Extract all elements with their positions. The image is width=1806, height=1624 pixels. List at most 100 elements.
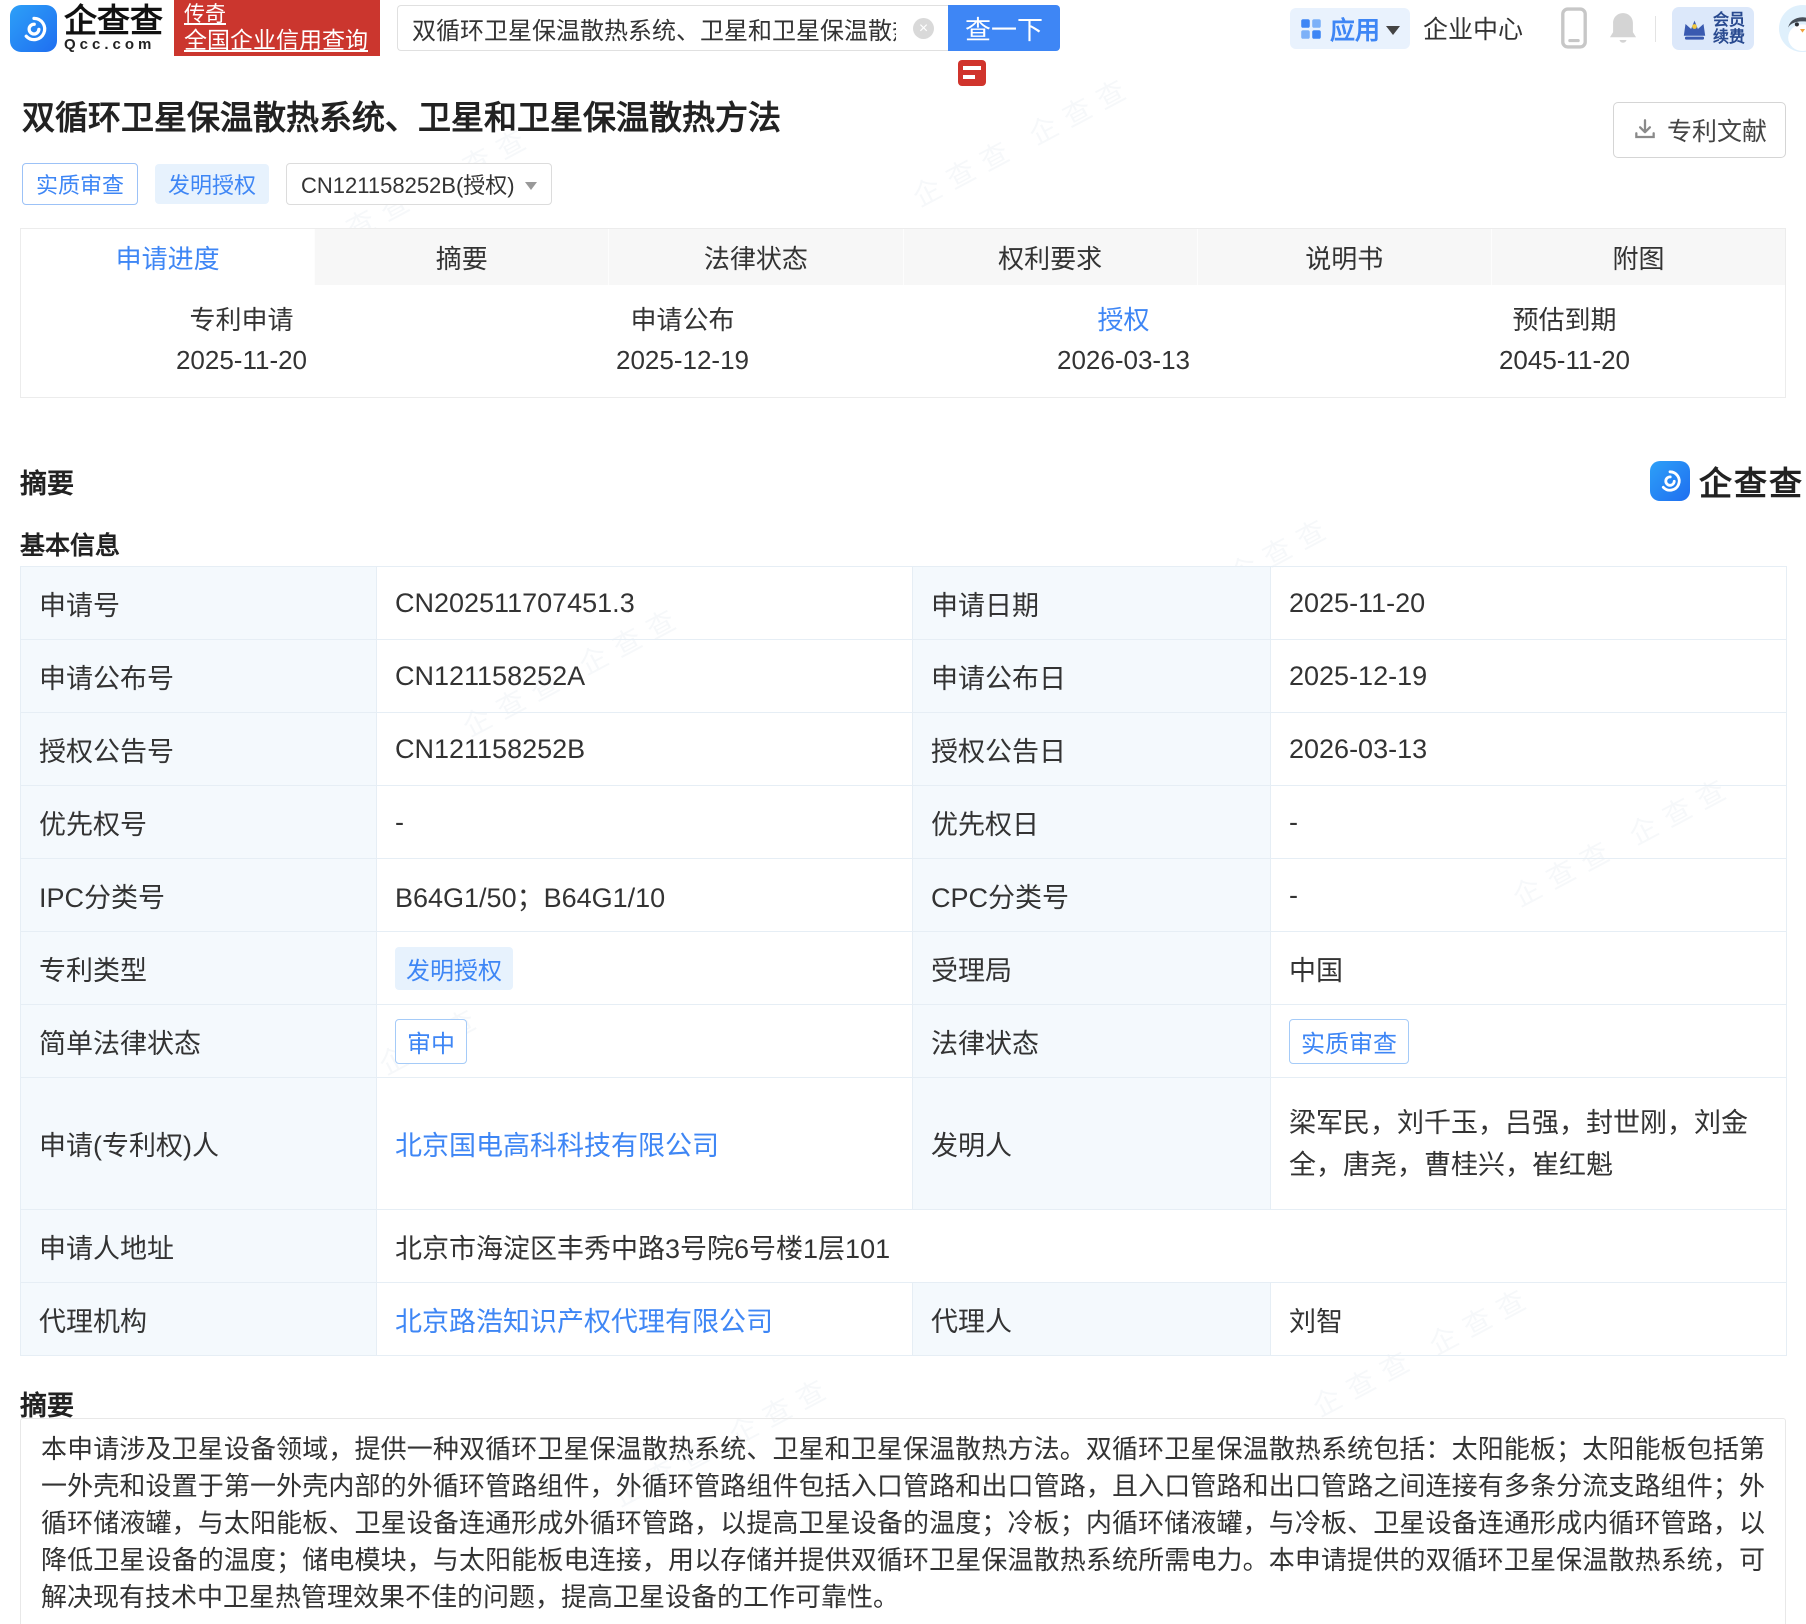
qcc-brandmark-icon (1650, 461, 1690, 501)
table-row: 代理机构 北京路浩知识产权代理有限公司 代理人 刘智 (21, 1283, 1787, 1356)
legal-status-badge: 实质审查 (1289, 1019, 1409, 1064)
field-label: 申请人地址 (21, 1210, 377, 1283)
field-value: 中国 (1271, 932, 1787, 1005)
apps-grid-icon (1300, 18, 1322, 40)
page-title: 双循环卫星保温散热系统、卫星和卫星保温散热方法 (22, 96, 781, 140)
field-value: - (1271, 786, 1787, 859)
main-content: 双循环卫星保温散热系统、卫星和卫星保温散热方法 专利文献 实质审查 发明授权 C… (0, 0, 1806, 1624)
field-value: 2025-11-20 (1271, 567, 1787, 640)
field-label: 申请公布号 (21, 640, 377, 713)
field-label: 申请(专利权)人 (21, 1078, 377, 1210)
field-label: 申请公布日 (913, 640, 1271, 713)
abstract-section-heading: 摘要 (20, 462, 74, 501)
field-value: - (1271, 859, 1787, 932)
field-value: 北京路浩知识产权代理有限公司 (377, 1283, 913, 1356)
timeline-stage-date: 2025-11-20 (21, 345, 462, 375)
field-label: 优先权日 (913, 786, 1271, 859)
field-value: 2025-12-19 (1271, 640, 1787, 713)
table-row: 授权公告号 CN121158252B 授权公告日 2026-03-13 (21, 713, 1787, 786)
user-avatar[interactable] (1779, 5, 1806, 52)
basic-info-heading: 基本信息 (20, 526, 120, 562)
promo-line2: 全国企业信用查询 (184, 27, 370, 54)
table-row: 优先权号 - 优先权日 - (21, 786, 1787, 859)
tab-legal-status[interactable]: 法律状态 (608, 229, 902, 285)
site-header: 企查查 Qcc.com 传奇 全国企业信用查询 × 查一下 应用 企业中心 (0, 0, 1806, 56)
tab-description[interactable]: 说明书 (1197, 229, 1491, 285)
field-label: 申请号 (21, 567, 377, 640)
mobile-app-icon[interactable] (1560, 0, 1588, 56)
field-label: CPC分类号 (913, 859, 1271, 932)
publication-number-value: CN121158252B(授权) (301, 168, 515, 200)
logo-brand-text: 企查查 (64, 4, 163, 37)
table-row: 专利类型 发明授权 受理局 中国 (21, 932, 1787, 1005)
field-label: IPC分类号 (21, 859, 377, 932)
field-value: 发明授权 (377, 932, 913, 1005)
apps-menu[interactable]: 应用 (1290, 8, 1410, 49)
field-label: 受理局 (913, 932, 1271, 1005)
field-value: CN202511707451.3 (377, 567, 913, 640)
table-row: IPC分类号 B64G1/50；B64G1/10 CPC分类号 - (21, 859, 1787, 932)
vip-renew-button[interactable]: 会员 续费 (1672, 7, 1754, 50)
field-label: 申请日期 (913, 567, 1271, 640)
applicant-company-link[interactable]: 北京国电高科科技有限公司 (395, 1131, 719, 1161)
table-row: 申请公布号 CN121158252A 申请公布日 2025-12-19 (21, 640, 1787, 713)
patent-document-button[interactable]: 专利文献 (1613, 102, 1786, 158)
timeline-stage-label: 申请公布 (462, 305, 903, 335)
agency-company-link[interactable]: 北京路浩知识产权代理有限公司 (395, 1307, 773, 1337)
timeline-stage-label[interactable]: 授权 (903, 305, 1344, 335)
patent-tags: 实质审查 发明授权 CN121158252B(授权) (22, 163, 552, 205)
tab-drawings[interactable]: 附图 (1491, 229, 1785, 285)
tab-claims[interactable]: 权利要求 (903, 229, 1197, 285)
abstract-section-header: 摘要 企查查 (20, 455, 1786, 507)
timeline-stage-label: 预估到期 (1344, 305, 1785, 335)
qcc-logo[interactable]: 企查查 Qcc.com (10, 4, 163, 53)
field-value: B64G1/50；B64G1/10 (377, 859, 913, 932)
promo-line1: 传奇 (184, 2, 370, 27)
notification-bell-icon[interactable] (1606, 0, 1640, 56)
field-value: - (377, 786, 913, 859)
enterprise-center-link[interactable]: 企业中心 (1423, 0, 1523, 56)
field-label: 简单法律状态 (21, 1005, 377, 1078)
publication-number-select[interactable]: CN121158252B(授权) (286, 163, 552, 205)
timeline-stage-application: 专利申请 2025-11-20 (21, 305, 462, 375)
timeline-stage-date: 2026-03-13 (903, 345, 1344, 375)
patent-document-label: 专利文献 (1667, 112, 1767, 148)
search-button[interactable]: 查一下 (948, 5, 1060, 51)
tab-abstract[interactable]: 摘要 (314, 229, 608, 285)
download-icon (1632, 117, 1658, 143)
logo-domain-text: Qcc.com (64, 37, 163, 53)
patent-type-badge: 发明授权 (155, 164, 269, 204)
table-row: 申请人地址 北京市海淀区丰秀中路3号院6号楼1层101 (21, 1210, 1787, 1283)
patent-detail-page: 企查查 企查查 企查查 企查查 企查查 企查查 企查查 企查查 企查查 企查查 … (0, 0, 1806, 1624)
inventors-value: 梁军民，刘千玉，吕强，封世刚，刘金全，唐尧，曹桂兴，崔红魁 (1271, 1078, 1787, 1210)
table-row: 申请(专利权)人 北京国电高科科技有限公司 发明人 梁军民，刘千玉，吕强，封世刚… (21, 1078, 1787, 1210)
legal-status-badge: 实质审查 (22, 163, 138, 205)
vip-label-line2: 续费 (1713, 29, 1745, 46)
application-progress-panel: 申请进度 摘要 法律状态 权利要求 说明书 附图 专利申请 2025-11-20… (20, 228, 1786, 398)
promo-icon[interactable] (958, 60, 986, 86)
field-value: CN121158252B (377, 713, 913, 786)
progress-timeline: 专利申请 2025-11-20 申请公布 2025-12-19 授权 2026-… (21, 285, 1785, 397)
summary-box: 本申请涉及卫星设备领域，提供一种双循环卫星保温散热系统、卫星和卫星保温散热方法。… (20, 1418, 1786, 1624)
applicant-address-value: 北京市海淀区丰秀中路3号院6号楼1层101 (377, 1210, 1787, 1283)
promo-banner: 传奇 全国企业信用查询 (174, 0, 380, 56)
field-label: 代理机构 (21, 1283, 377, 1356)
clear-search-icon[interactable]: × (913, 18, 934, 39)
timeline-stage-publication: 申请公布 2025-12-19 (462, 305, 903, 375)
field-label: 法律状态 (913, 1005, 1271, 1078)
apps-menu-label: 应用 (1330, 11, 1380, 47)
crown-icon (1681, 17, 1708, 41)
search-bar: × 查一下 (397, 5, 1060, 51)
field-value: 北京国电高科科技有限公司 (377, 1078, 913, 1210)
summary-text: 本申请涉及卫星设备领域，提供一种双循环卫星保温散热系统、卫星和卫星保温散热方法。… (41, 1431, 1765, 1616)
table-row: 简单法律状态 审中 法律状态 实质审查 (21, 1005, 1787, 1078)
patent-type-badge: 发明授权 (395, 947, 513, 990)
timeline-stage-grant: 授权 2026-03-13 (903, 305, 1344, 375)
timeline-stage-expiry: 预估到期 2045-11-20 (1344, 305, 1785, 375)
search-input[interactable] (397, 5, 948, 51)
field-label: 授权公告日 (913, 713, 1271, 786)
tab-bar: 申请进度 摘要 法律状态 权利要求 说明书 附图 (21, 229, 1785, 285)
tab-application-progress[interactable]: 申请进度 (21, 229, 314, 285)
field-value: 实质审查 (1271, 1005, 1787, 1078)
field-label: 发明人 (913, 1078, 1271, 1210)
